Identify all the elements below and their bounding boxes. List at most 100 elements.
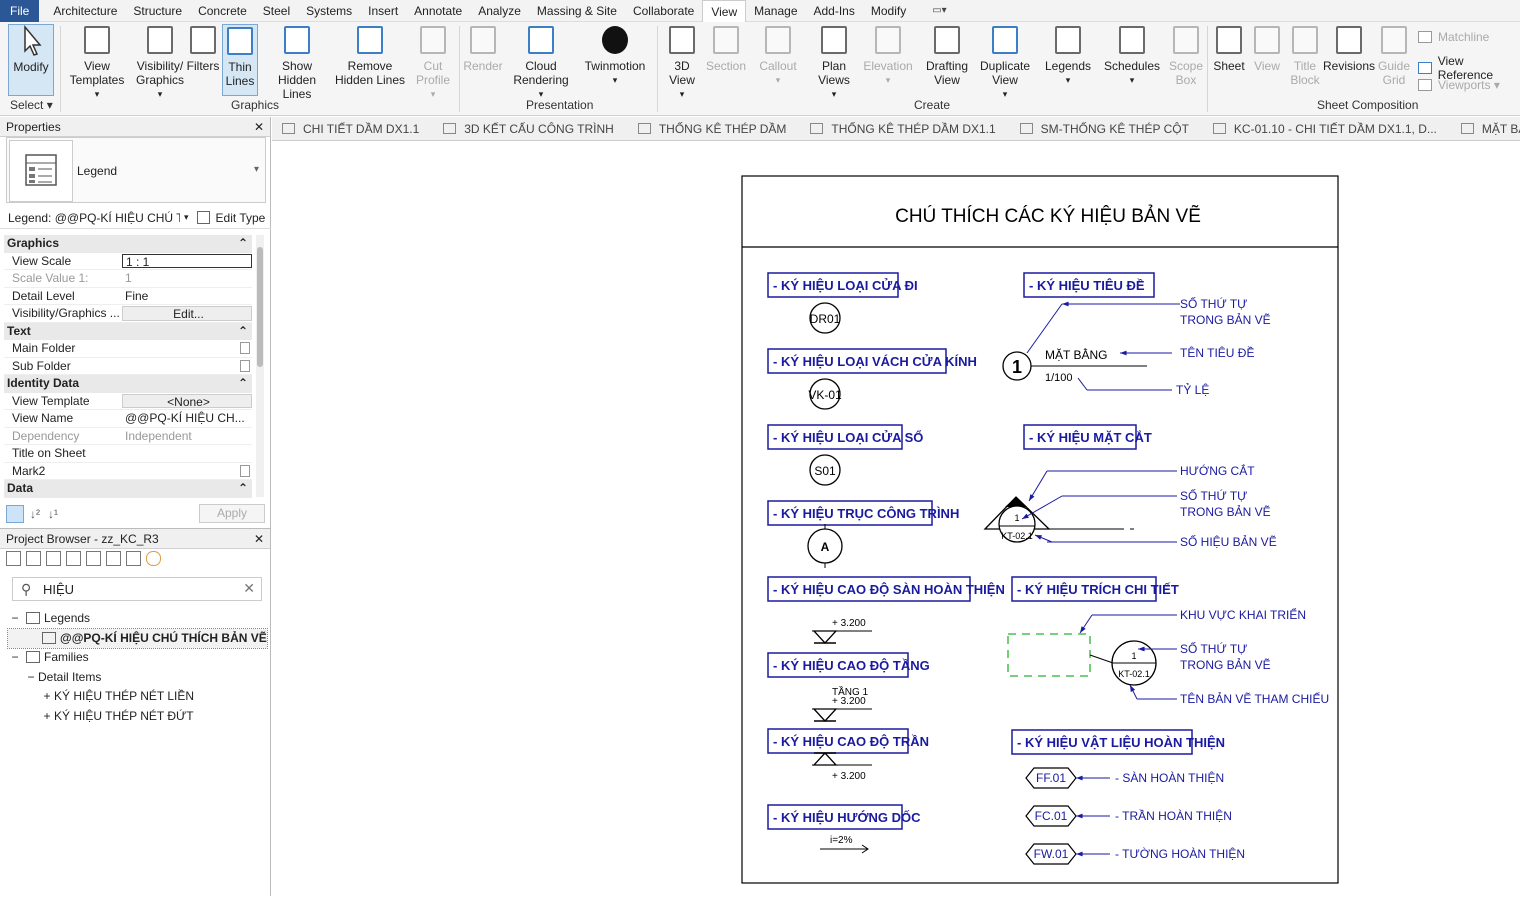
- view-tab[interactable]: 3D KẾT CẤU CÔNG TRÌNH: [433, 117, 628, 140]
- property-value[interactable]: Fine: [122, 288, 252, 305]
- modify-button[interactable]: Modify: [8, 24, 54, 96]
- expand-icon[interactable]: +: [40, 687, 54, 707]
- property-value[interactable]: 1 : 1: [122, 253, 252, 268]
- file-menu[interactable]: File: [0, 0, 40, 22]
- select-dropdown[interactable]: Select ▾: [10, 98, 53, 112]
- sort-descending-icon[interactable]: ↓¹: [48, 507, 58, 521]
- browser-search-input[interactable]: ⚲ HIỆU ✕: [12, 577, 262, 601]
- group-icon[interactable]: [126, 551, 141, 566]
- menu-systems[interactable]: Systems: [298, 0, 360, 22]
- filters-button[interactable]: Filters: [186, 24, 220, 73]
- menu-manage[interactable]: Manage: [746, 0, 805, 22]
- guide-grid-button[interactable]: Guide Grid: [1376, 24, 1412, 87]
- collapse-icon[interactable]: ⌃: [238, 235, 248, 253]
- plan-views-button[interactable]: Plan Views ▾: [812, 24, 856, 101]
- section-identity-data[interactable]: Identity Data ⌃: [4, 375, 252, 393]
- collapse-icon[interactable]: ⌃: [238, 323, 248, 341]
- thin-lines-button[interactable]: Thin Lines: [222, 24, 258, 96]
- view-tab[interactable]: CHI TIẾT DẦM DX1.1: [272, 117, 433, 140]
- elevation-button[interactable]: Elevation ▾: [862, 24, 914, 87]
- property-value[interactable]: [122, 445, 252, 462]
- duplicate-view-button[interactable]: Duplicate View ▾: [978, 24, 1032, 101]
- revisions-button[interactable]: Revisions: [1323, 24, 1375, 73]
- menu-architecture[interactable]: Architecture: [45, 0, 125, 22]
- chevron-down-icon[interactable]: ▾: [184, 212, 189, 223]
- menu-insert[interactable]: Insert: [360, 0, 406, 22]
- checkbox[interactable]: [240, 464, 250, 477]
- menu-annotate[interactable]: Annotate: [406, 0, 470, 22]
- tree-item[interactable]: + KÝ HIỆU THÉP NÉT LIỀN: [8, 687, 267, 707]
- view-tab[interactable]: KC-01.10 - CHI TIẾT DẦM DX1.1, D...: [1203, 117, 1451, 140]
- drafting-view-button[interactable]: Drafting View: [922, 24, 972, 87]
- tree-item[interactable]: + KÝ HIỆU THÉP NÉT ĐỨT: [8, 707, 267, 727]
- tree-item[interactable]: − Detail Items: [8, 668, 267, 688]
- schedule-icon[interactable]: [66, 551, 81, 566]
- callout-button[interactable]: Callout ▾: [756, 24, 800, 87]
- view-tab[interactable]: SM-THỐNG KÊ THÉP CỘT: [1010, 117, 1203, 140]
- tree-item[interactable]: @@PQ-KÍ HIỆU CHÚ THÍCH BẢN VẼ: [7, 627, 268, 649]
- drawing-canvas[interactable]: CHÚ THÍCH CÁC KÝ HIỆU BẢN VẼ - KÝ HIỆU LO…: [272, 141, 1520, 896]
- view-tab[interactable]: THỐNG KÊ THÉP DẦM DX1.1: [800, 117, 1009, 140]
- type-selector[interactable]: Legend ▾: [6, 137, 266, 203]
- menu-structure[interactable]: Structure: [125, 0, 190, 22]
- view-3d-button[interactable]: 3D View ▾: [662, 24, 702, 101]
- menu-massing-site[interactable]: Massing & Site: [529, 0, 625, 22]
- section-text[interactable]: Text ⌃: [4, 322, 252, 341]
- menu-collaborate[interactable]: Collaborate: [625, 0, 702, 22]
- sheet-button[interactable]: Sheet: [1210, 24, 1248, 73]
- show-hidden-button[interactable]: Show Hidden Lines: [262, 24, 332, 101]
- clear-search-icon[interactable]: ✕: [243, 580, 255, 597]
- scope-box-button[interactable]: Scope Box: [1166, 24, 1206, 87]
- tree-item[interactable]: − Legends: [8, 609, 267, 629]
- section-button[interactable]: Section: [704, 24, 748, 73]
- tree-item[interactable]: − Families: [8, 648, 267, 668]
- view-tab[interactable]: MẶT BẰNG KẾT CẤ: [1451, 117, 1520, 140]
- menu-steel[interactable]: Steel: [255, 0, 298, 22]
- view-button[interactable]: View: [1250, 24, 1284, 73]
- section-graphics[interactable]: Graphics ⌃: [4, 235, 252, 253]
- collapse-icon[interactable]: −: [8, 609, 22, 629]
- edit-type-button[interactable]: Edit Type: [216, 211, 266, 225]
- render-button[interactable]: Render: [462, 24, 504, 73]
- collapse-icon[interactable]: ⌃: [238, 375, 248, 393]
- section-data[interactable]: Data ⌃: [4, 480, 252, 498]
- expand-icon[interactable]: +: [40, 707, 54, 727]
- remove-hidden-button[interactable]: Remove Hidden Lines: [334, 24, 406, 87]
- close-icon[interactable]: ✕: [254, 532, 264, 546]
- property-value[interactable]: [122, 463, 252, 480]
- cut-profile-button[interactable]: Cut Profile ▾: [414, 24, 452, 101]
- close-icon[interactable]: ✕: [254, 120, 264, 134]
- legends-button[interactable]: Legends ▾: [1044, 24, 1092, 87]
- property-value[interactable]: [122, 358, 252, 375]
- property-value[interactable]: <None>: [122, 393, 252, 408]
- checkbox[interactable]: [240, 342, 250, 354]
- cloud-rendering-button[interactable]: Cloud Rendering ▾: [510, 24, 572, 101]
- property-value[interactable]: Edit...: [122, 306, 252, 321]
- collapse-icon[interactable]: [24, 629, 38, 649]
- collapse-icon[interactable]: ⌃: [238, 480, 248, 498]
- views-icon[interactable]: [26, 551, 41, 566]
- property-value[interactable]: [122, 340, 252, 357]
- sheet-icon[interactable]: [86, 551, 101, 566]
- sort-icon[interactable]: [6, 505, 24, 523]
- menu-modify[interactable]: Modify: [863, 0, 914, 22]
- link-icon[interactable]: [146, 551, 161, 566]
- apply-button[interactable]: Apply: [199, 504, 265, 523]
- schedules-button[interactable]: Schedules ▾: [1104, 24, 1160, 87]
- viewports-button[interactable]: Viewports ▾: [1418, 78, 1500, 92]
- checkbox[interactable]: [240, 359, 250, 372]
- quick-access-dropdown-icon[interactable]: ▭▾: [932, 5, 946, 16]
- instance-selector[interactable]: Legend: @@PQ-KÍ HIỆU CHÚ T: [8, 211, 180, 225]
- family-icon[interactable]: [106, 551, 121, 566]
- menu-add-ins[interactable]: Add-Ins: [806, 0, 863, 22]
- menu-concrete[interactable]: Concrete: [190, 0, 255, 22]
- collapse-icon[interactable]: −: [24, 668, 38, 688]
- menu-analyze[interactable]: Analyze: [470, 0, 529, 22]
- collapse-icon[interactable]: −: [8, 648, 22, 668]
- sort-ascending-icon[interactable]: ↓²: [30, 507, 40, 521]
- property-value[interactable]: @@PQ-KÍ HIỆU CH...: [122, 410, 252, 427]
- view-templates-button[interactable]: View Templates ▾: [70, 24, 124, 101]
- visibility-button[interactable]: Visibility/Graphics ▾: [132, 24, 188, 101]
- legend-icon[interactable]: [46, 551, 61, 566]
- properties-scrollbar[interactable]: [256, 235, 264, 497]
